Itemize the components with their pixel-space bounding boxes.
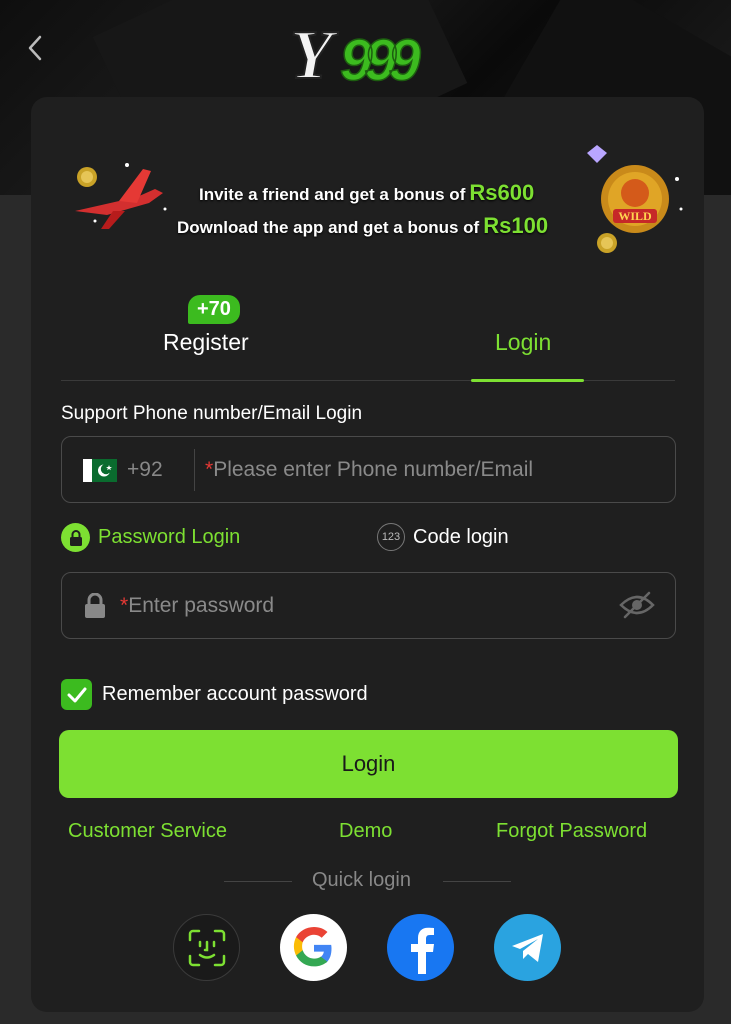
banner-line-2-text: Download the app and get a bonus of — [177, 218, 480, 237]
password-placeholder: Enter password — [128, 594, 275, 617]
wild-coin-icon: WILD — [587, 145, 683, 253]
divider-line-right — [443, 881, 511, 882]
support-label: Support Phone number/Email Login — [61, 403, 363, 424]
field-divider — [194, 449, 195, 491]
password-login-option[interactable]: Password Login — [61, 523, 240, 552]
login-mode-row: Password Login 123 Code login — [61, 523, 676, 553]
svg-text:WILD: WILD — [618, 209, 652, 223]
remember-checkbox[interactable] — [61, 679, 92, 710]
banner-line-2: Download the app and get a bonus of Rs100 — [177, 210, 619, 243]
tab-register[interactable]: Register — [163, 329, 249, 356]
banner-amount-1: Rs600 — [469, 180, 535, 205]
facebook-icon — [410, 927, 434, 974]
google-login-button[interactable] — [280, 914, 347, 981]
login-button[interactable]: Login — [59, 730, 678, 798]
facebook-login-button[interactable] — [387, 914, 454, 981]
face-id-login-button[interactable] — [173, 914, 240, 981]
telegram-login-button[interactable] — [494, 914, 561, 981]
eye-off-icon[interactable] — [619, 591, 655, 619]
tab-login[interactable]: Login — [495, 329, 551, 356]
customer-service-link[interactable]: Customer Service — [68, 820, 227, 843]
check-icon — [67, 687, 86, 702]
banner-line-1-text: Invite a friend and get a bonus of — [199, 185, 466, 204]
banner-text: Invite a friend and get a bonus of Rs600 … — [177, 177, 619, 243]
airplane-icon — [75, 163, 167, 229]
svg-text:Y: Y — [290, 17, 339, 90]
required-mark: * — [205, 458, 214, 481]
remember-label: Remember account password — [102, 683, 368, 705]
lock-icon — [61, 523, 90, 552]
code-login-option[interactable]: 123 Code login — [377, 523, 509, 551]
code-123-icon: 123 — [377, 523, 405, 551]
password-input[interactable]: *Enter password — [120, 594, 274, 618]
banner-line-1: Invite a friend and get a bonus of Rs600 — [199, 177, 619, 210]
active-tab-indicator — [471, 379, 584, 382]
back-button[interactable] — [20, 32, 50, 64]
y999-logo: Y 999 — [286, 10, 446, 95]
phone-email-placeholder: Please enter Phone number/Email — [213, 458, 534, 481]
divider-line-left — [224, 881, 292, 882]
password-field[interactable]: *Enter password — [61, 572, 676, 639]
remember-password-row[interactable]: Remember account password — [61, 679, 368, 710]
code-login-label: Code login — [413, 525, 509, 548]
footer-links: Customer Service Demo Forgot Password — [61, 820, 676, 846]
login-card: Invite a friend and get a bonus of Rs600 … — [31, 97, 704, 1012]
country-code[interactable]: +92 — [127, 458, 163, 482]
promo-banner[interactable]: Invite a friend and get a bonus of Rs600 … — [67, 139, 683, 269]
auth-tabs: +70 Register Login — [61, 295, 675, 382]
face-id-icon — [188, 929, 225, 966]
register-bonus-badge: +70 — [188, 295, 240, 324]
password-login-label: Password Login — [98, 526, 241, 548]
quick-login-divider: Quick login — [61, 869, 676, 895]
demo-link[interactable]: Demo — [339, 820, 392, 843]
required-mark: * — [120, 594, 129, 617]
svg-text:999: 999 — [340, 28, 421, 90]
pakistan-flag-icon[interactable] — [83, 459, 117, 482]
phone-email-field[interactable]: +92 *Please enter Phone number/Email — [61, 436, 676, 503]
quick-login-label: Quick login — [312, 869, 411, 891]
chevron-left-icon — [28, 35, 42, 61]
banner-amount-2: Rs100 — [483, 213, 549, 238]
google-icon — [293, 926, 331, 966]
forgot-password-link[interactable]: Forgot Password — [496, 820, 647, 843]
phone-email-input[interactable]: *Please enter Phone number/Email — [205, 458, 533, 482]
lock-icon — [85, 593, 105, 618]
telegram-icon — [511, 933, 543, 962]
